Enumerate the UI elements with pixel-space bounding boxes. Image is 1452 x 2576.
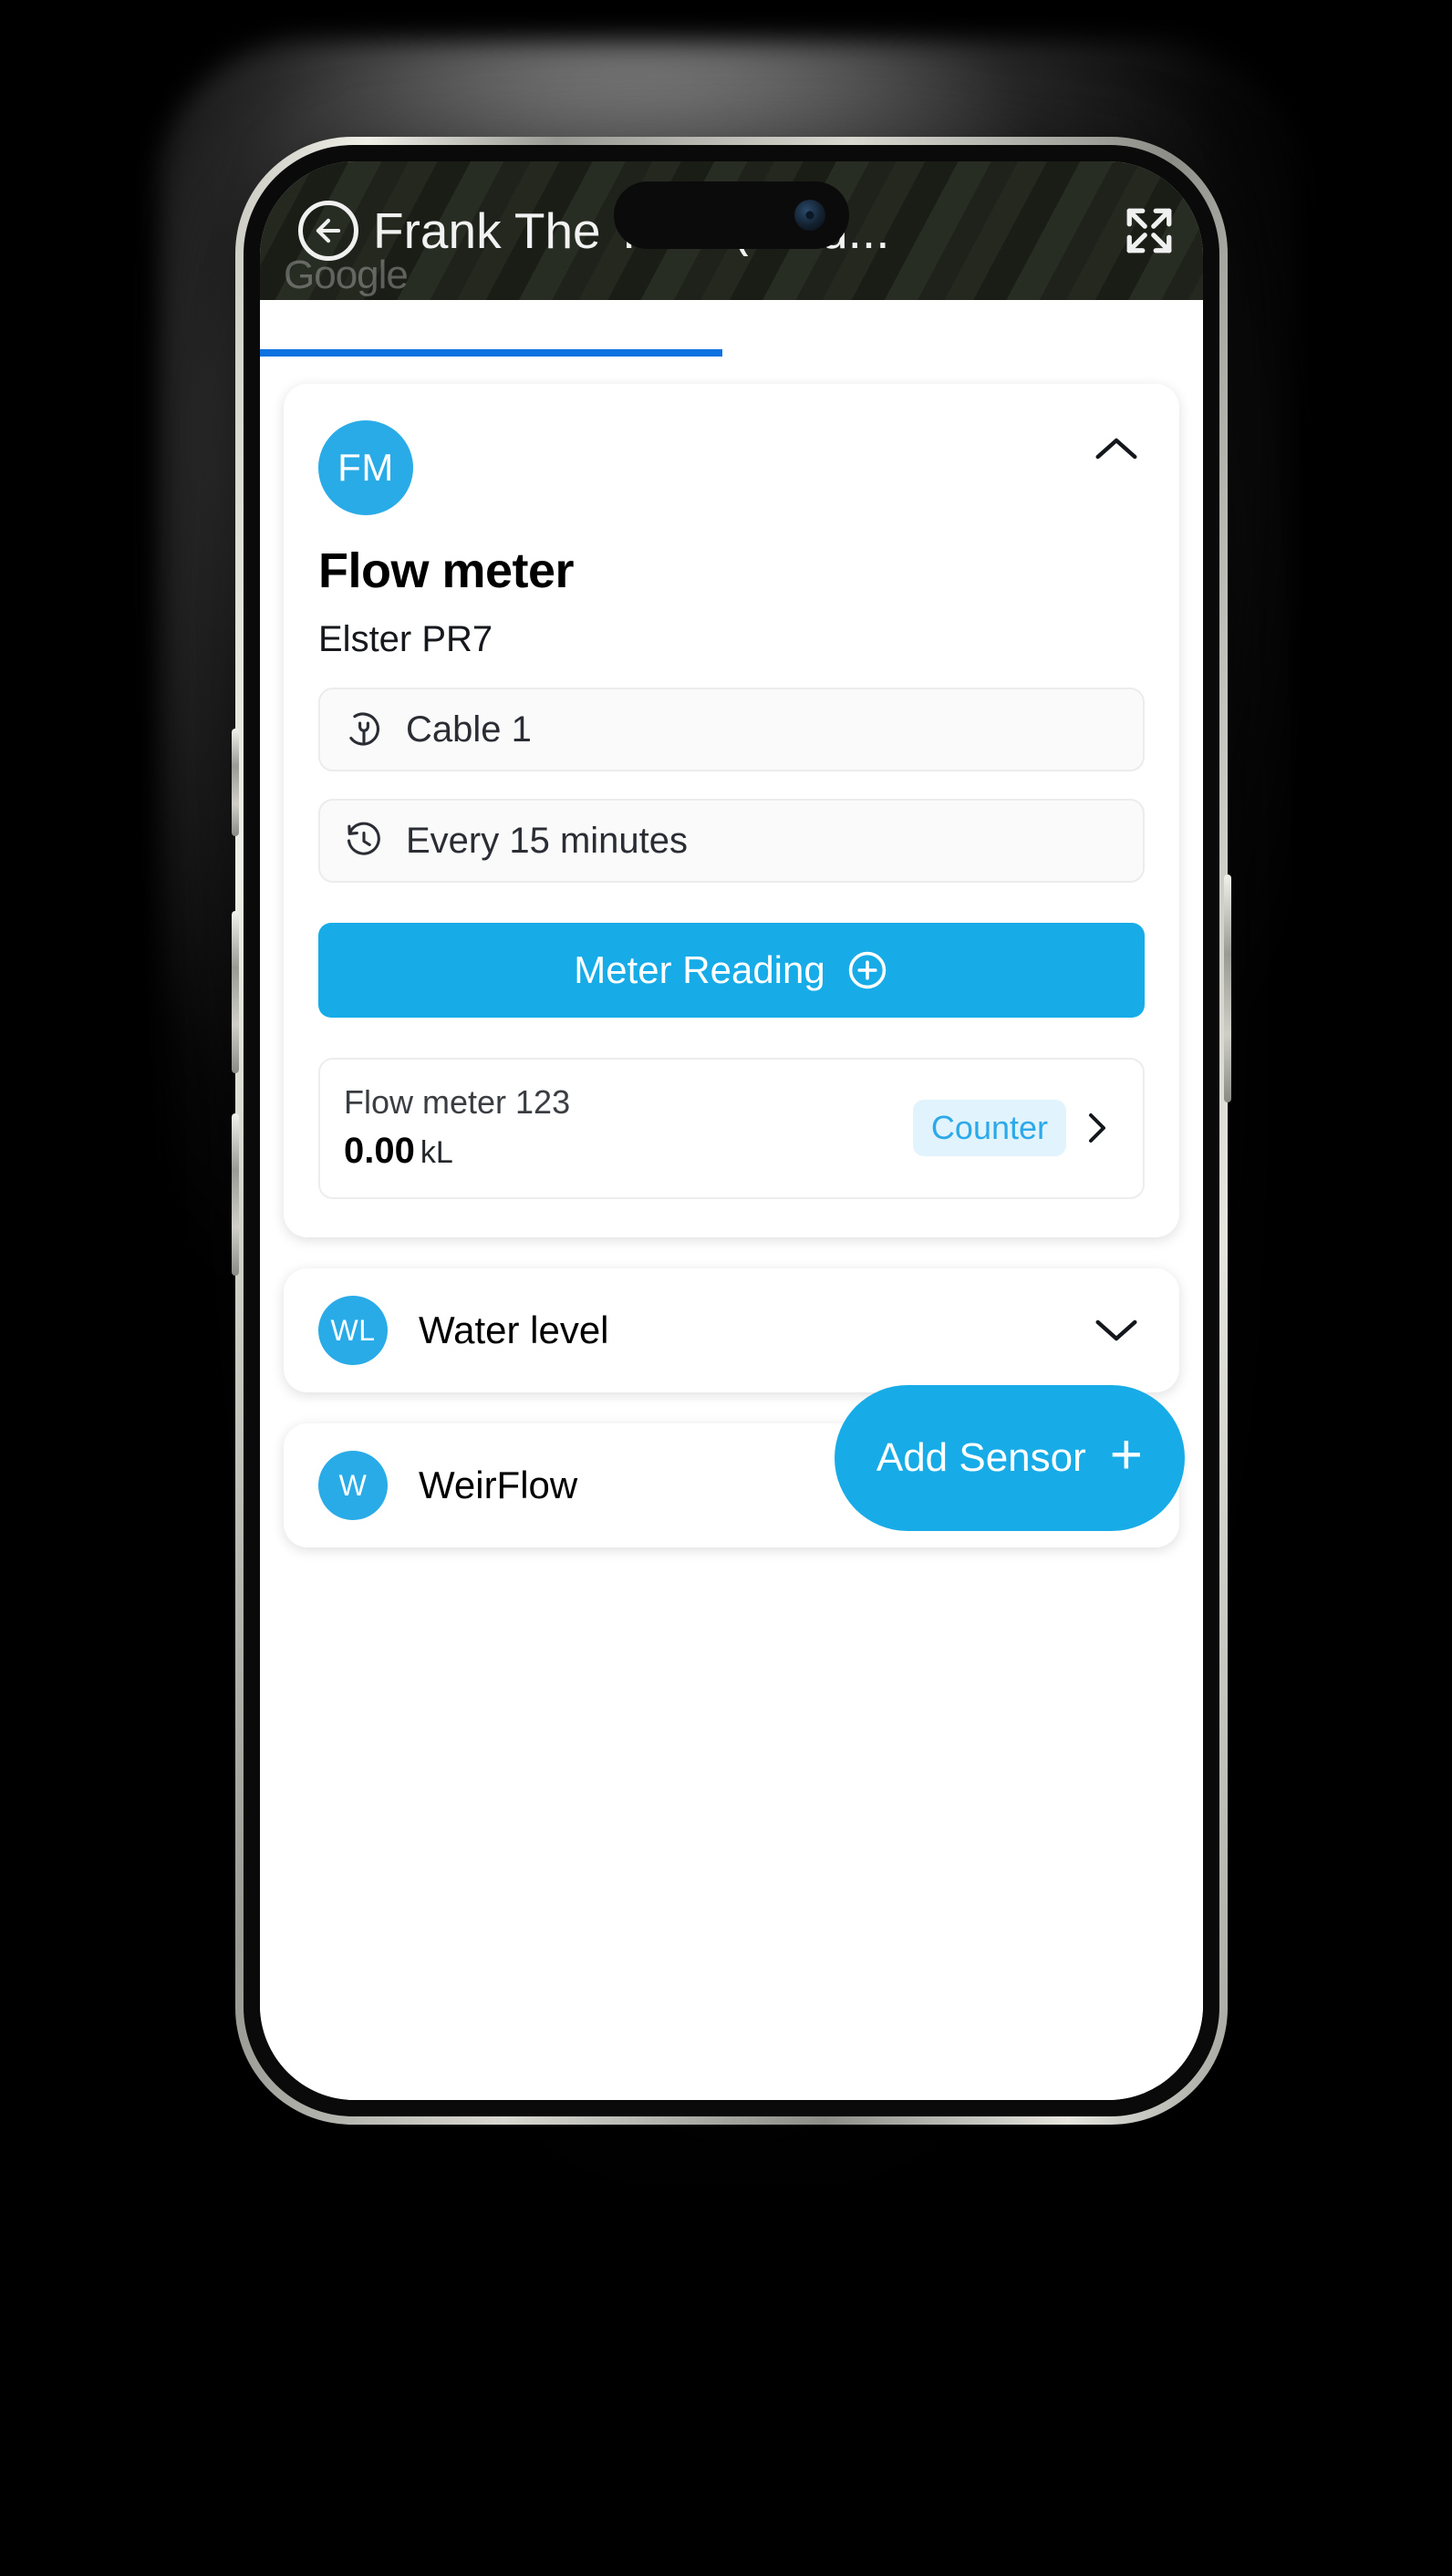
chevron-right-icon[interactable]	[1083, 1106, 1119, 1150]
avatar: FM	[318, 420, 413, 515]
back-arrow-circle-icon[interactable]	[298, 201, 358, 261]
sensor-connection-label: Cable 1	[406, 709, 532, 750]
dynamic-island	[614, 181, 849, 249]
avatar: W	[318, 1451, 388, 1520]
sensor-list: FM Flow meter Elster PR7 Cable 1 Every 1…	[260, 357, 1203, 2100]
sensor-name: Flow meter	[318, 543, 575, 598]
meter-reading-button[interactable]: Meter Reading	[318, 923, 1145, 1018]
sensor-card-flow-meter[interactable]: FM Flow meter Elster PR7 Cable 1 Every 1…	[284, 384, 1179, 1237]
front-camera	[794, 200, 825, 231]
phone-bezel: Google Frank The Tank (Wild...	[232, 145, 1231, 2116]
chevron-down-icon[interactable]	[1088, 1302, 1145, 1359]
history-clock-icon	[347, 822, 380, 855]
reading-value-line: 0.00 kL	[344, 1131, 570, 1172]
plus-circle-icon	[848, 951, 886, 989]
phone-device-frame: Google Frank The Tank (Wild...	[232, 137, 1231, 2125]
volume-down-button[interactable]	[232, 1113, 239, 1276]
sensor-name: Water level	[419, 1309, 609, 1351]
sensor-card-water-level[interactable]: WL Water level	[284, 1268, 1179, 1392]
avatar: WL	[318, 1296, 388, 1365]
reading-row[interactable]: Flow meter 123 0.00 kL Counter	[318, 1058, 1145, 1199]
sensor-card-header: FM	[318, 420, 1145, 515]
sensor-interval-row[interactable]: Every 15 minutes	[318, 799, 1145, 883]
google-map-watermark: Google	[284, 253, 409, 297]
add-sensor-button[interactable]: Add Sensor +	[834, 1385, 1185, 1531]
sensor-card-weirflow[interactable]: W WeirFlow Add Sensor +	[284, 1385, 1185, 1547]
reading-value: 0.00	[344, 1131, 415, 1171]
volume-up-button[interactable]	[232, 911, 239, 1073]
chevron-up-icon[interactable]	[1088, 420, 1145, 477]
sensor-model: Elster PR7	[318, 619, 493, 659]
plug-circle-icon	[349, 712, 379, 746]
sensor-interval-label: Every 15 minutes	[406, 820, 689, 861]
fullscreen-expand-icon[interactable]	[1123, 204, 1176, 257]
active-tab-indicator	[260, 349, 722, 357]
meter-reading-label: Meter Reading	[574, 948, 825, 991]
reading-unit: kL	[420, 1135, 453, 1170]
phone-screen: Google Frank The Tank (Wild...	[260, 161, 1203, 2100]
reading-info: Flow meter 123 0.00 kL	[344, 1083, 570, 1172]
power-button[interactable]	[1224, 874, 1231, 1102]
tab-strip[interactable]	[260, 300, 1203, 357]
silent-switch[interactable]	[232, 729, 239, 836]
reading-name: Flow meter 123	[344, 1083, 571, 1121]
status-badge: Counter	[912, 1099, 1066, 1156]
sensor-connection-row[interactable]: Cable 1	[318, 688, 1145, 771]
plus-icon: +	[1109, 1423, 1143, 1486]
screenshot-stage: Google Frank The Tank (Wild...	[0, 0, 1452, 2576]
reading-actions: Counter	[912, 1099, 1119, 1156]
add-sensor-label: Add Sensor	[876, 1435, 1086, 1480]
